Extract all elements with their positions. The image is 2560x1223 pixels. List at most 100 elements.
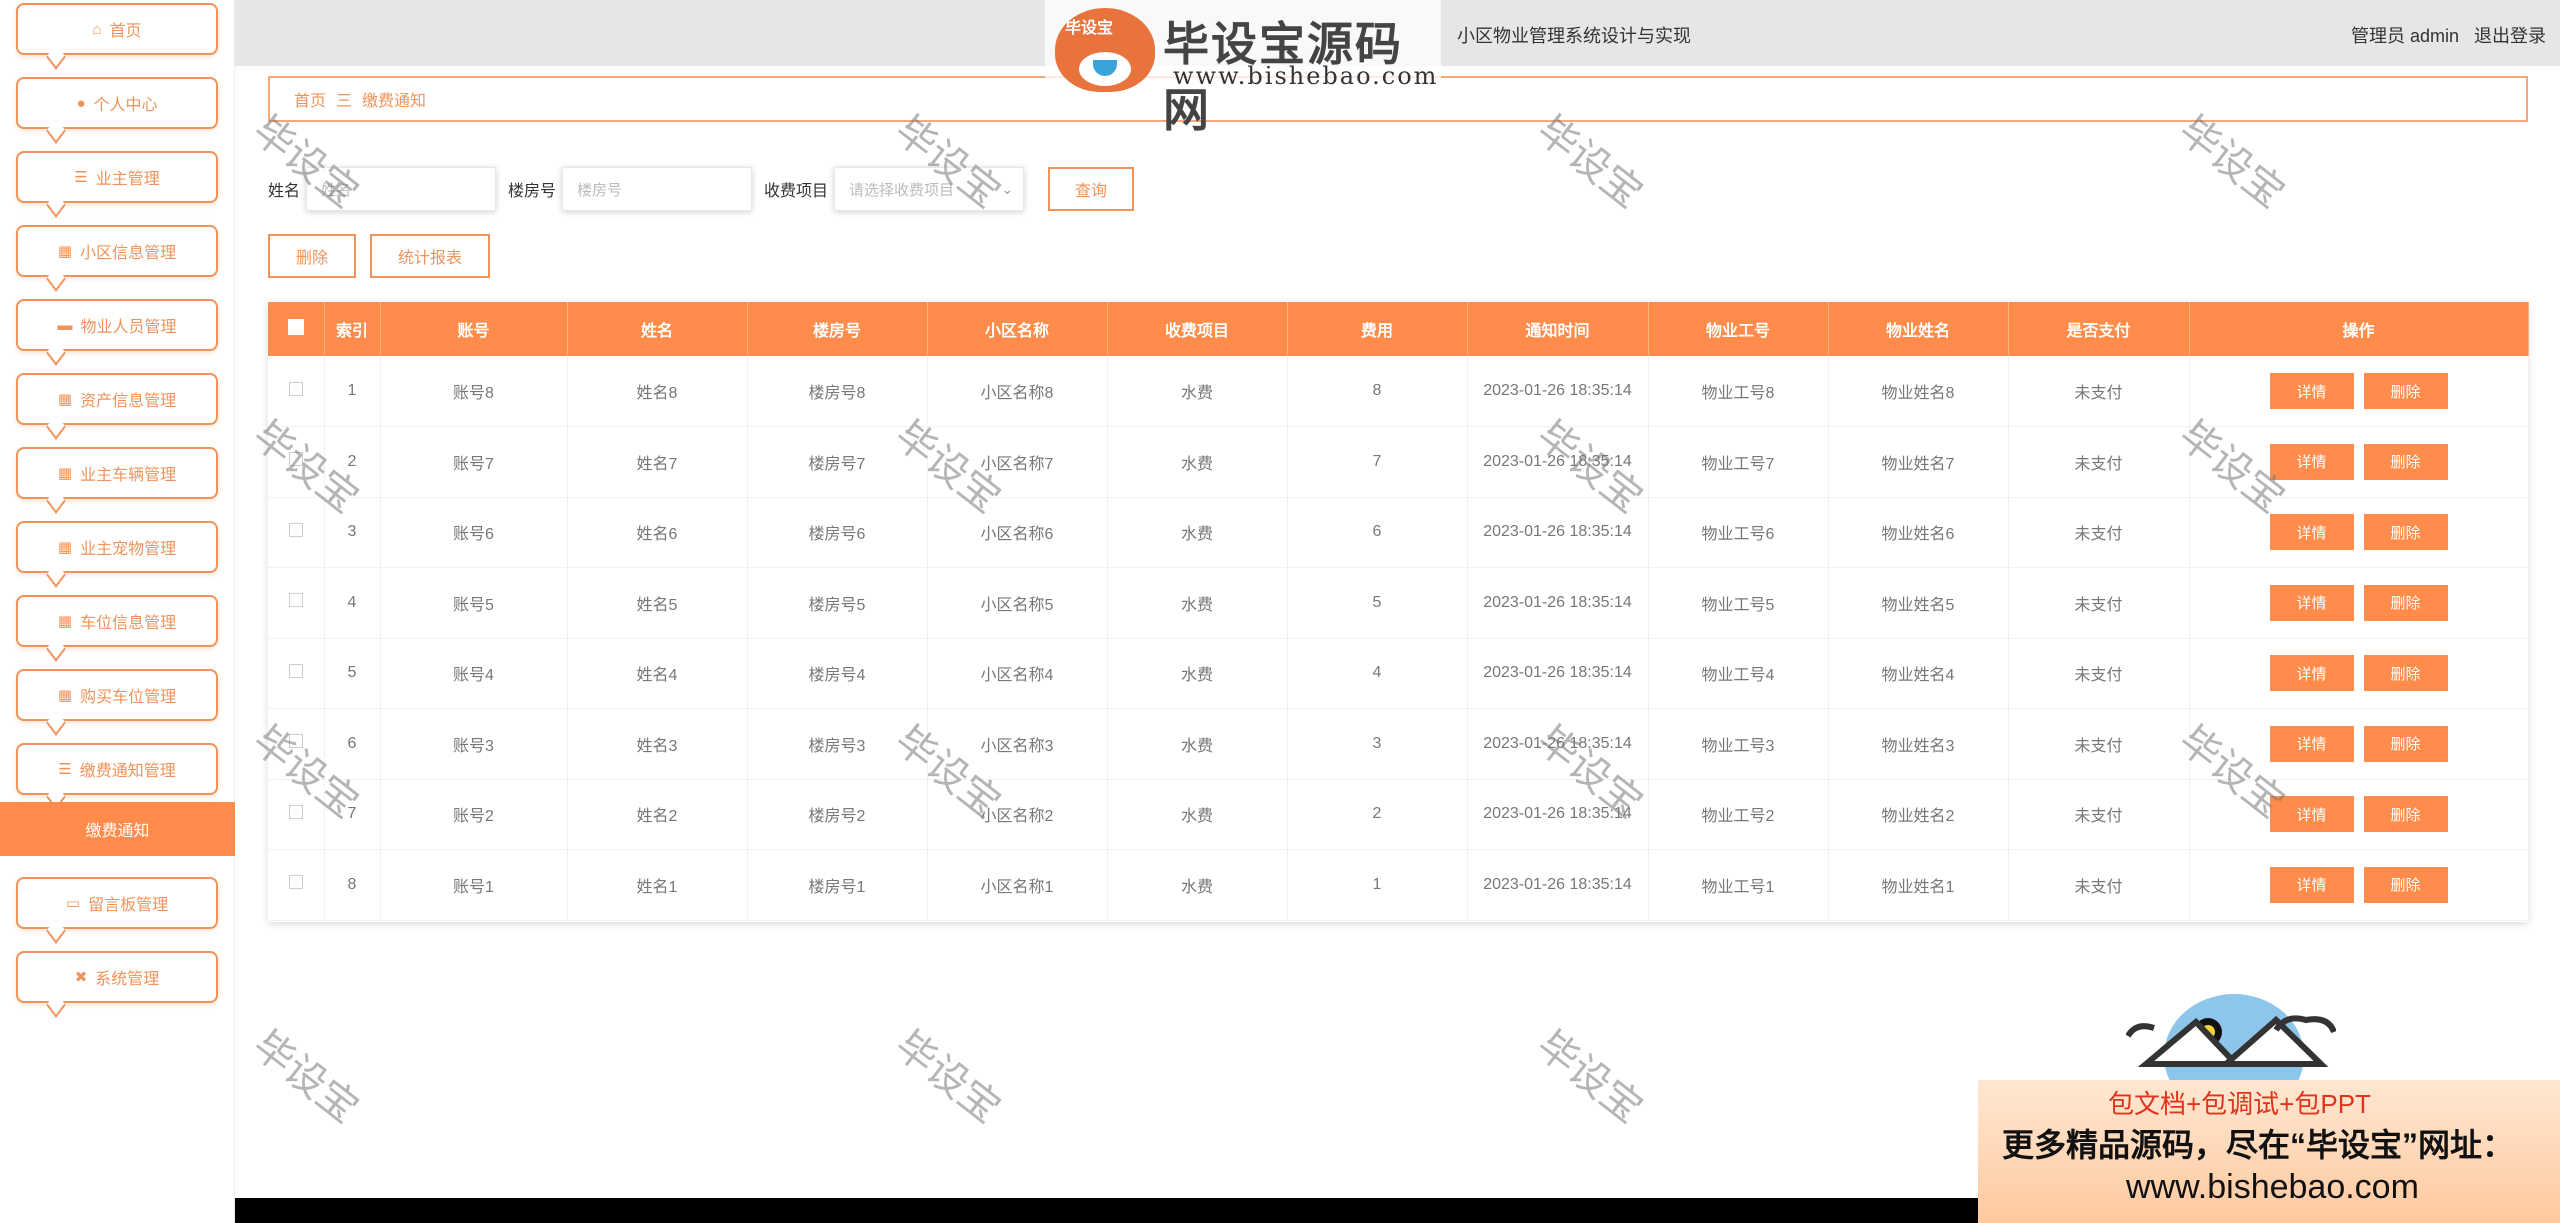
row-select-cell xyxy=(268,567,325,639)
cell-room: 楼房号7 xyxy=(747,426,928,498)
delete-button[interactable]: 删除 xyxy=(2363,443,2448,480)
row-actions: 详情 删除 xyxy=(2189,356,2529,427)
cell-staff_id: 物业工号1 xyxy=(1648,849,1829,921)
cell-staff_id: 物业工号3 xyxy=(1648,708,1829,780)
cell-item: 水费 xyxy=(1107,849,1288,921)
sidebar-item-0[interactable]: ⌂ 首页 xyxy=(16,3,218,55)
delete-button[interactable]: 删除 xyxy=(2363,796,2448,833)
item-select[interactable]: 请选择收费项目 ⌄ xyxy=(834,167,1025,211)
sidebar-item-4[interactable]: ▬ 物业人员管理 xyxy=(16,299,218,351)
statistics-report-button[interactable]: 统计报表 xyxy=(370,234,490,278)
sidebar-item-3[interactable]: ▦ 小区信息管理 xyxy=(16,225,218,277)
user-label: 管理员 admin xyxy=(2350,26,2459,46)
sidebar-item-11[interactable]: ▭ 留言板管理 xyxy=(16,877,218,929)
promo-banner: 包文档+包调试+包PPT 更多精品源码，尽在“毕设宝”网址： www.bishe… xyxy=(1978,1080,2560,1223)
cell-staff_name: 物业姓名6 xyxy=(1828,497,2009,568)
room-input[interactable]: 楼房号 xyxy=(562,167,753,211)
row-actions: 详情 删除 xyxy=(2189,849,2529,921)
table-body: 1 账号8 姓名8 楼房号8 小区名称8 水费 8 2023-01-26 18:35:14 物业… xyxy=(268,356,2529,921)
user-icon: ● xyxy=(76,94,86,112)
select-all-checkbox[interactable] xyxy=(287,318,304,335)
cell-name: 姓名4 xyxy=(567,638,748,709)
name-input[interactable]: 姓名 xyxy=(306,167,497,211)
sidebar-item-label: 个人中心 xyxy=(93,97,158,114)
row-checkbox[interactable] xyxy=(288,593,303,608)
column-header: 是否支付 xyxy=(2008,302,2190,356)
cell-time: 2023-01-26 18:35:14 xyxy=(1467,849,1649,921)
cell-community: 小区名称5 xyxy=(927,567,1108,639)
cell-room: 楼房号3 xyxy=(747,708,928,780)
row-select-cell xyxy=(268,356,325,427)
row-checkbox[interactable] xyxy=(288,381,303,396)
delete-button[interactable]: 删除 xyxy=(2363,584,2448,621)
batch-delete-button[interactable]: 删除 xyxy=(268,234,356,278)
logout-link[interactable]: 退出登录 xyxy=(2474,26,2546,46)
row-select-cell xyxy=(268,708,325,780)
delete-button[interactable]: 删除 xyxy=(2363,514,2448,551)
cell-name: 姓名5 xyxy=(567,567,748,639)
ticket-icon: ✖ xyxy=(74,968,88,986)
sidebar-item-label: 系统管理 xyxy=(95,971,160,988)
row-checkbox[interactable] xyxy=(288,804,303,819)
search-button[interactable]: 查询 xyxy=(1048,167,1135,211)
detail-button[interactable]: 详情 xyxy=(2269,514,2354,551)
detail-button[interactable]: 详情 xyxy=(2269,866,2354,903)
cell-staff_name: 物业姓名5 xyxy=(1828,567,2009,639)
cell-time: 2023-01-26 18:35:14 xyxy=(1467,356,1649,427)
detail-button[interactable]: 详情 xyxy=(2269,725,2354,762)
table-header: 索引 账号 姓名 楼房号 小区名称 收费项目 费用 通知时间 物业工号 物业姓名 是否支付 操作 xyxy=(268,302,2529,356)
apps-icon: ▦ xyxy=(57,686,73,704)
sidebar-item-5[interactable]: ▦ 资产信息管理 xyxy=(16,373,218,425)
sidebar-item-7[interactable]: ▦ 业主宠物管理 xyxy=(16,521,218,573)
row-checkbox[interactable] xyxy=(288,734,303,749)
delete-button[interactable]: 删除 xyxy=(2363,725,2448,762)
cell-room: 楼房号4 xyxy=(747,638,928,709)
sidebar-item-12[interactable]: ✖ 系统管理 xyxy=(16,951,218,1003)
column-header: 小区名称 xyxy=(927,302,1108,356)
row-checkbox[interactable] xyxy=(288,452,303,467)
watermark-text: 毕设宝 xyxy=(886,1022,1009,1133)
detail-button[interactable]: 详情 xyxy=(2269,584,2354,621)
detail-button[interactable]: 详情 xyxy=(2269,796,2354,833)
row-checkbox[interactable] xyxy=(288,522,303,537)
sidebar-item-2[interactable]: ☰ 业主管理 xyxy=(16,151,218,203)
cell-paid: 未支付 xyxy=(2008,426,2190,498)
delete-button[interactable]: 删除 xyxy=(2363,866,2448,903)
row-select-cell xyxy=(268,426,325,498)
mascot-illustration-icon xyxy=(2126,994,2336,1086)
row-select-cell xyxy=(268,497,325,568)
row-actions: 详情 删除 xyxy=(2189,779,2529,850)
sidebar-item-10[interactable]: ☰ 缴费通知管理 xyxy=(16,743,218,795)
cell-account: 账号5 xyxy=(380,567,568,639)
cell-fee: 7 xyxy=(1287,426,1468,498)
cell-staff_id: 物业工号4 xyxy=(1648,638,1829,709)
cell-paid: 未支付 xyxy=(2008,779,2190,850)
detail-button[interactable]: 详情 xyxy=(2269,443,2354,480)
detail-button[interactable]: 详情 xyxy=(2269,655,2354,692)
detail-button[interactable]: 详情 xyxy=(2269,373,2354,409)
cell-community: 小区名称4 xyxy=(927,638,1108,709)
cell-index: 7 xyxy=(324,779,381,850)
cell-community: 小区名称3 xyxy=(927,708,1108,780)
logo-url: www.bishebao.com xyxy=(1173,62,1439,90)
sidebar-item-8[interactable]: ▦ 车位信息管理 xyxy=(16,595,218,647)
cell-item: 水费 xyxy=(1107,708,1288,780)
breadcrumb-home[interactable]: 首页 xyxy=(294,87,326,111)
cell-index: 1 xyxy=(324,356,381,427)
delete-button[interactable]: 删除 xyxy=(2363,373,2448,409)
column-header: 收费项目 xyxy=(1107,302,1288,356)
item-select-placeholder: 请选择收费项目 xyxy=(849,181,955,199)
table-row: 2 账号7 姓名7 楼房号7 小区名称7 水费 7 2023-01-26 18:35:14 物业… xyxy=(268,426,2529,498)
cell-paid: 未支付 xyxy=(2008,567,2190,639)
cell-time: 2023-01-26 18:35:14 xyxy=(1467,779,1649,850)
room-label: 楼房号 xyxy=(508,183,557,200)
row-checkbox[interactable] xyxy=(288,663,303,678)
sidebar-item-6[interactable]: ▦ 业主车辆管理 xyxy=(16,447,218,499)
sidebar-item-9[interactable]: ▦ 购买车位管理 xyxy=(16,669,218,721)
sidebar-item-1[interactable]: ● 个人中心 xyxy=(16,77,218,129)
sidebar-subitem-active[interactable]: 缴费通知 xyxy=(0,802,235,856)
row-checkbox[interactable] xyxy=(288,875,303,890)
delete-button[interactable]: 删除 xyxy=(2363,655,2448,692)
cell-community: 小区名称2 xyxy=(927,779,1108,850)
column-header: 费用 xyxy=(1287,302,1468,356)
